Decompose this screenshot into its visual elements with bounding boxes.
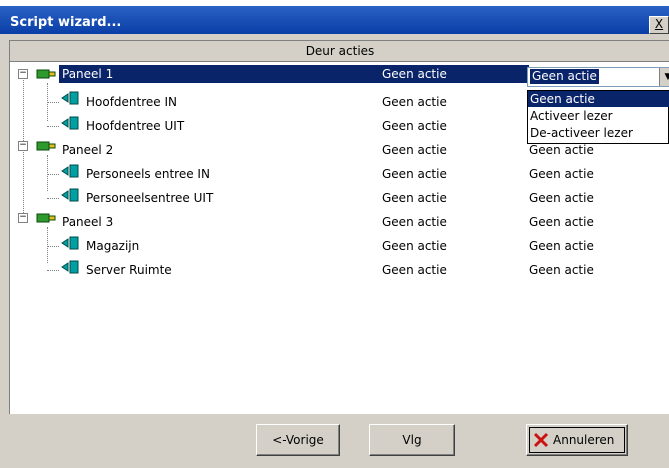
tree-item-label[interactable]: Personeels entree IN	[86, 165, 210, 183]
close-icon	[533, 425, 549, 455]
row-action: Geen actie	[382, 119, 447, 133]
tree-expander[interactable]: −	[18, 69, 28, 79]
row-action: Geen actie	[382, 191, 447, 205]
chevron-down-icon[interactable]: ▼	[659, 68, 669, 86]
tree-expander[interactable]: −	[18, 213, 28, 223]
door-icon	[61, 116, 79, 130]
action-select[interactable]: Geen actie ▼	[527, 67, 669, 87]
tree-item-label[interactable]: Hoofdentree IN	[86, 93, 177, 111]
action-dropdown-list: Geen actie Activeer lezer De-activeer le…	[527, 90, 669, 144]
dropdown-option[interactable]: De-activeer lezer	[528, 125, 669, 141]
panel-icon	[36, 213, 56, 223]
dropdown-option[interactable]: Activeer lezer	[528, 108, 669, 124]
cancel-button-label: Annuleren	[553, 433, 615, 447]
tree-line	[47, 155, 48, 191]
row-action: Geen actie	[382, 95, 447, 109]
tree-line	[47, 198, 59, 199]
door-icon	[61, 164, 79, 178]
next-button[interactable]: Vlg	[369, 424, 455, 456]
row-action: Geen actie	[382, 143, 447, 157]
tree-item-label[interactable]: Paneel 3	[62, 213, 113, 231]
tree-line	[47, 174, 59, 175]
door-icon	[61, 188, 79, 202]
tree-line	[47, 126, 59, 127]
row-action-2[interactable]: Geen actie	[529, 165, 594, 183]
tree-item-label[interactable]: Paneel 2	[62, 141, 113, 159]
tree-item-label[interactable]: Magazijn	[86, 237, 139, 255]
row-action: Geen actie	[382, 263, 447, 277]
tree-item-label[interactable]: Hoofdentree UIT	[86, 117, 184, 135]
row-action-2[interactable]: Geen actie	[529, 213, 594, 231]
window-title: Script wizard...	[10, 15, 122, 30]
door-icon	[61, 260, 79, 274]
tree-expander[interactable]: −	[18, 141, 28, 151]
row-action: Geen actie	[382, 67, 447, 81]
row-action: Geen actie	[382, 215, 447, 229]
tree-line	[47, 102, 59, 103]
prev-button[interactable]: <-Vorige	[256, 424, 340, 456]
row-action: Geen actie	[382, 167, 447, 181]
title-bar: Script wizard... X	[0, 0, 669, 34]
panel-icon	[36, 69, 56, 79]
selected-row-highlight	[59, 65, 529, 83]
cancel-button[interactable]: Annuleren	[526, 424, 628, 456]
row-action: Geen actie	[382, 239, 447, 253]
tree-item-label[interactable]: Server Ruimte	[86, 261, 172, 279]
tree-item-label[interactable]: Paneel 1	[62, 65, 113, 83]
row-action-2[interactable]: Geen actie	[529, 189, 594, 207]
tree-line	[47, 227, 48, 263]
tree-item-label[interactable]: Personeelsentree UIT	[86, 189, 213, 207]
panel-icon	[36, 141, 56, 151]
door-icon	[61, 91, 79, 105]
row-action-2[interactable]: Geen actie	[529, 237, 594, 255]
tree-line	[47, 270, 59, 271]
door-icon	[61, 236, 79, 250]
action-select-value: Geen actie	[530, 69, 599, 84]
close-button[interactable]: X	[649, 16, 669, 34]
row-action-2[interactable]: Geen actie	[529, 261, 594, 279]
tree-line	[47, 246, 59, 247]
dropdown-option[interactable]: Geen actie	[528, 91, 669, 107]
column-header: Deur acties	[10, 41, 669, 62]
